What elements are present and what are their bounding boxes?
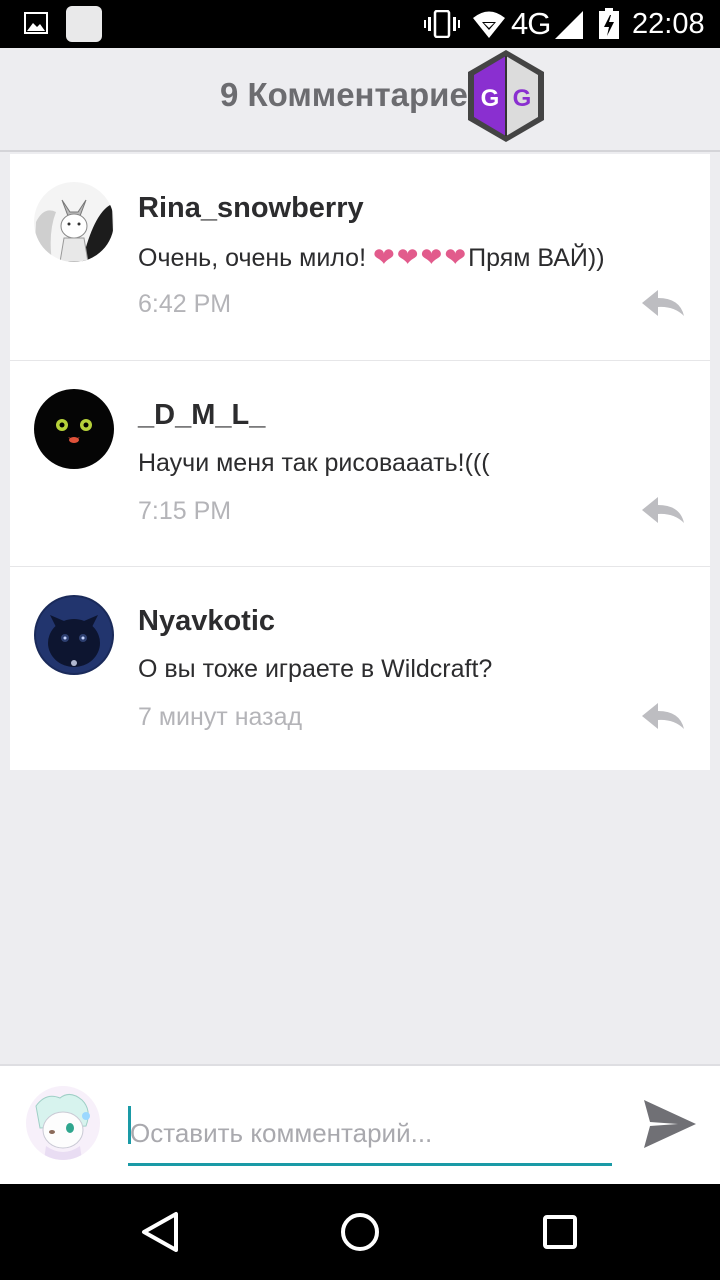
svg-text:G: G (481, 85, 500, 112)
back-button[interactable] (130, 1204, 190, 1260)
black-cat-avatar[interactable] (34, 595, 114, 675)
app-square-icon (66, 6, 102, 42)
comment-item: Nyavkotic О вы тоже играете в Wildcraft?… (10, 566, 710, 772)
screen: 4G 22:08 9 Комментарие G G Rina_snowberr… (0, 0, 720, 1280)
send-button[interactable] (640, 1096, 700, 1152)
gallery-icon (24, 12, 48, 34)
comment-time: 7 минут назад (138, 703, 303, 731)
comment-text: О вы тоже играете в Wildcraft? (138, 655, 493, 683)
comment-input[interactable] (128, 1104, 612, 1166)
black-creature-avatar[interactable] (34, 389, 114, 469)
recents-button[interactable] (530, 1204, 590, 1260)
comment-item: Rina_snowberry Очень, очень мило! ❤❤❤❤Пр… (10, 154, 710, 360)
my-avatar (26, 1086, 100, 1160)
comment-text: Научи меня так рисовааать!((( (138, 449, 490, 477)
comment-time: 7:15 PM (138, 497, 232, 525)
clock: 22:08 (632, 8, 705, 40)
app-header: 9 Комментарие G G (0, 48, 720, 152)
back-icon (142, 1212, 178, 1252)
battery-charging-icon (599, 8, 619, 39)
reply-icon (642, 703, 684, 729)
reply-icon (642, 497, 684, 523)
comment-text: Очень, очень мило! ❤❤❤❤Прям ВАЙ)) (138, 242, 605, 273)
text-caret (128, 1106, 131, 1144)
reply-button[interactable] (640, 493, 688, 529)
comment-time: 6:42 PM (138, 290, 232, 318)
status-bar: 4G 22:08 (0, 0, 720, 48)
reply-button[interactable] (640, 286, 688, 322)
comment-author[interactable]: Rina_snowberry (138, 192, 364, 225)
page-title: 9 Комментарие (220, 76, 468, 113)
signal-icon (555, 11, 583, 39)
vibrate-icon (424, 10, 460, 38)
home-button[interactable] (330, 1204, 390, 1260)
navigation-bar (0, 1184, 720, 1280)
wifi-icon (473, 11, 505, 38)
home-icon (341, 1213, 379, 1251)
comment-item: _D_M_L_ Научи меня так рисовааать!((( 7:… (10, 360, 710, 566)
game-guardian-logo-icon[interactable]: G G (464, 48, 548, 144)
svg-text:G: G (513, 85, 532, 112)
comment-text-end: Прям ВАЙ)) (468, 244, 605, 272)
send-icon (644, 1100, 696, 1148)
comment-author[interactable]: Nyavkotic (138, 605, 275, 638)
comment-text-start: Очень, очень мило! (138, 244, 373, 272)
comments-list: Rina_snowberry Очень, очень мило! ❤❤❤❤Пр… (10, 154, 710, 770)
compose-bar (0, 1064, 720, 1184)
comment-author[interactable]: _D_M_L_ (138, 399, 265, 432)
recents-icon (543, 1215, 577, 1249)
fox-drawing-avatar[interactable] (34, 182, 114, 262)
heart-emoji-icons: ❤❤❤❤ (372, 242, 469, 272)
reply-button[interactable] (640, 699, 688, 735)
network-type-label: 4G (511, 6, 551, 41)
reply-icon (642, 290, 684, 316)
